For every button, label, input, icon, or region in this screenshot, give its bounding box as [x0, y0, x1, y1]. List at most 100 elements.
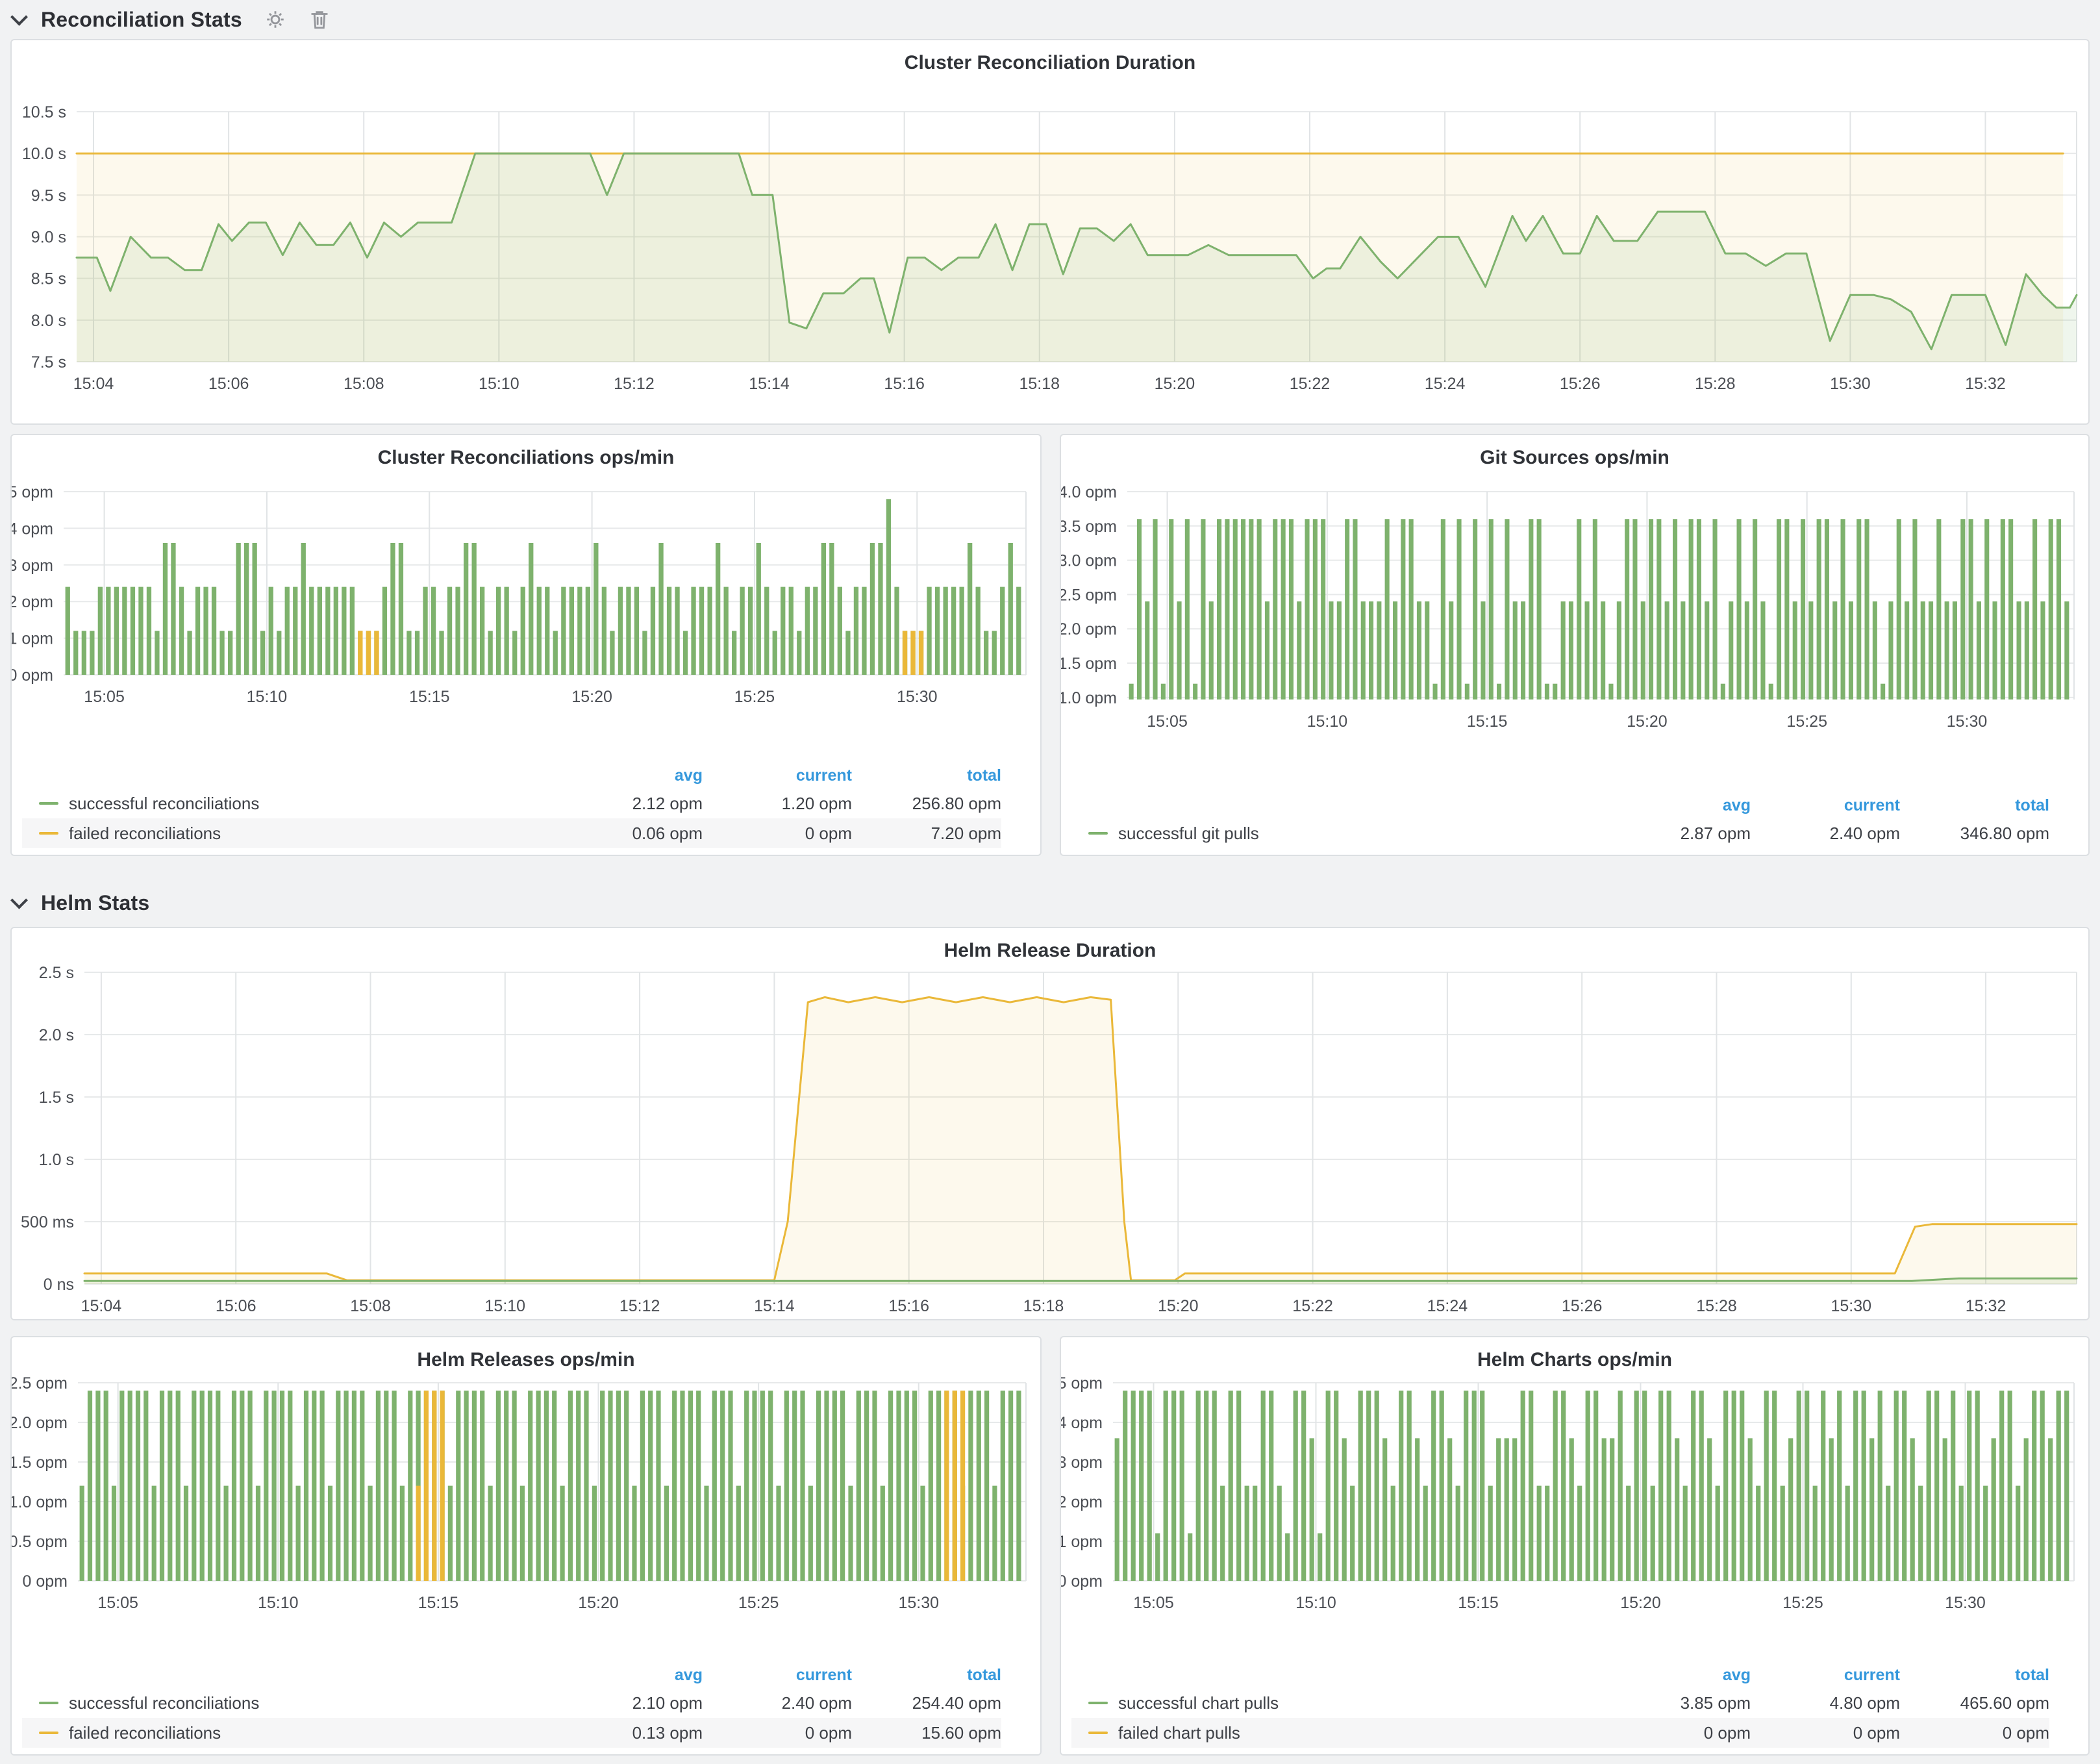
y-axis-tick-label: 10.0 s: [22, 145, 66, 163]
series-label[interactable]: failed chart pulls: [1118, 1723, 1240, 1743]
series-stat-value: 2.87 opm: [1601, 824, 1751, 844]
legend-sort-total[interactable]: total: [1900, 796, 2049, 815]
y-axis-tick-label: 4.0 opm: [1061, 483, 1117, 501]
x-axis-tick-label: 15:30: [1831, 1297, 1871, 1315]
legend-row: failed chart pulls0 opm0 opm0 opm: [1071, 1718, 2049, 1748]
helm-release-duration-chart[interactable]: 0 ns500 ms1.0 s1.5 s2.0 s2.5 s15:0415:06…: [12, 928, 2088, 1319]
legend-table: avgcurrenttotal successful git pulls 2.87 …: [1071, 792, 2049, 848]
series-stat-value: 7.20 opm: [852, 824, 1001, 844]
series-color-marker[interactable]: [1088, 1732, 1108, 1734]
x-axis-tick-label: 15:08: [344, 375, 384, 393]
legend-sort-avg[interactable]: avg: [1601, 1666, 1751, 1685]
legend-sort-avg[interactable]: avg: [1601, 796, 1751, 815]
legend-sort-avg[interactable]: avg: [553, 766, 703, 785]
panel-helm-release-duration: 0 ns500 ms1.0 s1.5 s2.0 s2.5 s15:0415:06…: [10, 927, 2090, 1320]
x-axis-tick-label: 15:08: [350, 1297, 391, 1315]
series-color-marker[interactable]: [39, 832, 58, 835]
x-axis-tick-label: 15:25: [734, 688, 775, 706]
trash-icon[interactable]: [308, 8, 331, 31]
series-stat-value: 346.80 opm: [1900, 824, 2049, 844]
x-axis-tick-label: 15:06: [208, 375, 249, 393]
section-title[interactable]: Helm Stats: [41, 891, 149, 915]
x-axis-tick-label: 15:30: [1830, 375, 1871, 393]
series-label[interactable]: successful reconciliations: [69, 1693, 259, 1713]
x-axis-tick-label: 15:10: [485, 1297, 526, 1315]
section-header-helm-stats[interactable]: Helm Stats: [13, 888, 149, 917]
cluster-reconciliation-duration-chart[interactable]: 7.5 s8.0 s8.5 s9.0 s9.5 s10.0 s10.5 s15:…: [12, 40, 2088, 423]
panel-cluster-reconciliation-duration: 7.5 s8.0 s8.5 s9.0 s9.5 s10.0 s10.5 s15:…: [10, 39, 2090, 425]
x-axis-tick-label: 15:06: [216, 1297, 256, 1315]
section-header-reconciliation-stats[interactable]: Reconciliation Stats: [13, 5, 331, 34]
panel-title[interactable]: Cluster Reconciliation Duration: [12, 52, 2088, 74]
series-color-marker[interactable]: [1088, 832, 1108, 835]
series-label[interactable]: successful chart pulls: [1118, 1693, 1279, 1713]
series-stat-value: 0 opm: [1751, 1723, 1900, 1743]
series-stat-value: 465.60 opm: [1900, 1693, 2049, 1713]
legend-sort-avg[interactable]: avg: [553, 1666, 703, 1685]
series-color-marker[interactable]: [39, 802, 58, 805]
x-axis-tick-label: 15:28: [1695, 375, 1736, 393]
y-axis-tick-label: 1.0 opm: [1061, 689, 1117, 707]
x-axis-tick-label: 15:05: [84, 688, 125, 706]
y-axis-tick-label: 5 opm: [12, 483, 53, 501]
legend-sort-total[interactable]: total: [852, 1666, 1001, 1685]
chevron-down-icon: [10, 8, 28, 25]
y-axis-tick-label: 2.5 s: [39, 964, 74, 982]
x-axis-tick-label: 15:30: [898, 1594, 939, 1612]
chevron-down-icon: [10, 891, 28, 909]
legend-sort-current[interactable]: current: [703, 1666, 852, 1685]
y-axis-tick-label: 2 opm: [1061, 1493, 1103, 1511]
y-axis-tick-label: 1.5 opm: [1061, 655, 1117, 673]
x-axis-tick-label: 15:12: [614, 375, 655, 393]
y-axis-tick-label: 0 opm: [12, 666, 53, 685]
panel-cluster-reconciliations-opm: 0 opm1 opm2 opm3 opm4 opm5 opm15:0515:10…: [10, 434, 1042, 856]
series-color-marker[interactable]: [39, 1702, 58, 1704]
series-label[interactable]: failed reconciliations: [69, 824, 221, 844]
panel-title[interactable]: Helm Release Duration: [12, 940, 2088, 962]
x-axis-tick-label: 15:05: [1147, 712, 1188, 731]
series-color-marker[interactable]: [39, 1732, 58, 1734]
y-axis-tick-label: 0 ns: [44, 1276, 74, 1294]
series-stat-value: 2.40 opm: [1751, 824, 1900, 844]
y-axis-tick-label: 0 opm: [23, 1572, 68, 1591]
legend-row: failed reconciliations 0.06 opm0 opm7.20 …: [22, 818, 1001, 848]
legend-table: avgcurrenttotalsuccessful reconciliation…: [22, 1662, 1001, 1748]
legend-sort-current[interactable]: current: [703, 766, 852, 785]
legend-sort-current[interactable]: current: [1751, 1666, 1900, 1685]
series-stat-value: 0.06 opm: [553, 824, 703, 844]
x-axis-tick-label: 15:25: [1782, 1594, 1823, 1612]
series-color-marker[interactable]: [1088, 1702, 1108, 1704]
y-axis-tick-label: 3 opm: [12, 557, 53, 575]
x-axis-tick-label: 15:10: [1307, 712, 1348, 731]
panel-title[interactable]: Helm Releases ops/min: [12, 1349, 1040, 1371]
legend-sort-total[interactable]: total: [852, 766, 1001, 785]
y-axis-tick-label: 1.5 s: [39, 1089, 74, 1107]
y-axis-tick-label: 8.5 s: [31, 270, 66, 288]
series-label[interactable]: successful git pulls: [1118, 824, 1259, 844]
legend-stats-header: avgcurrenttotal: [22, 1662, 1001, 1688]
series-stat-value: 0 opm: [703, 824, 852, 844]
series-stat-value: 15.60 opm: [852, 1723, 1001, 1743]
series-label[interactable]: successful reconciliations: [69, 794, 259, 814]
y-axis-tick-label: 9.5 s: [31, 186, 66, 205]
x-axis-tick-label: 15:20: [1627, 712, 1668, 731]
x-axis-tick-label: 15:30: [897, 688, 938, 706]
section-title[interactable]: Reconciliation Stats: [41, 8, 242, 32]
panel-title[interactable]: Git Sources ops/min: [1061, 447, 2088, 469]
x-axis-tick-label: 15:30: [1947, 712, 1988, 731]
legend-sort-current[interactable]: current: [1751, 796, 1900, 815]
legend-sort-total[interactable]: total: [1900, 1666, 2049, 1685]
legend-table: avgcurrenttotal successful reconciliation…: [22, 762, 1001, 848]
x-axis-tick-label: 15:05: [97, 1594, 138, 1612]
panel-title[interactable]: Helm Charts ops/min: [1061, 1349, 2088, 1371]
panel-title[interactable]: Cluster Reconciliations ops/min: [12, 447, 1040, 469]
panel-helm-charts-opm: 0 opm1 opm2 opm3 opm4 opm5 opm15:0515:10…: [1060, 1336, 2090, 1756]
y-axis-tick-label: 3.0 opm: [1061, 552, 1117, 570]
x-axis-tick-label: 15:16: [884, 375, 925, 393]
y-axis-tick-label: 2.0 s: [39, 1026, 74, 1044]
gear-icon[interactable]: [264, 8, 286, 31]
legend-row: successful reconciliations2.10 opm2.40 o…: [22, 1688, 1001, 1718]
series-stat-value: 0 opm: [1601, 1723, 1751, 1743]
series-label[interactable]: failed reconciliations: [69, 1723, 221, 1743]
x-axis-tick-label: 15:26: [1562, 1297, 1603, 1315]
